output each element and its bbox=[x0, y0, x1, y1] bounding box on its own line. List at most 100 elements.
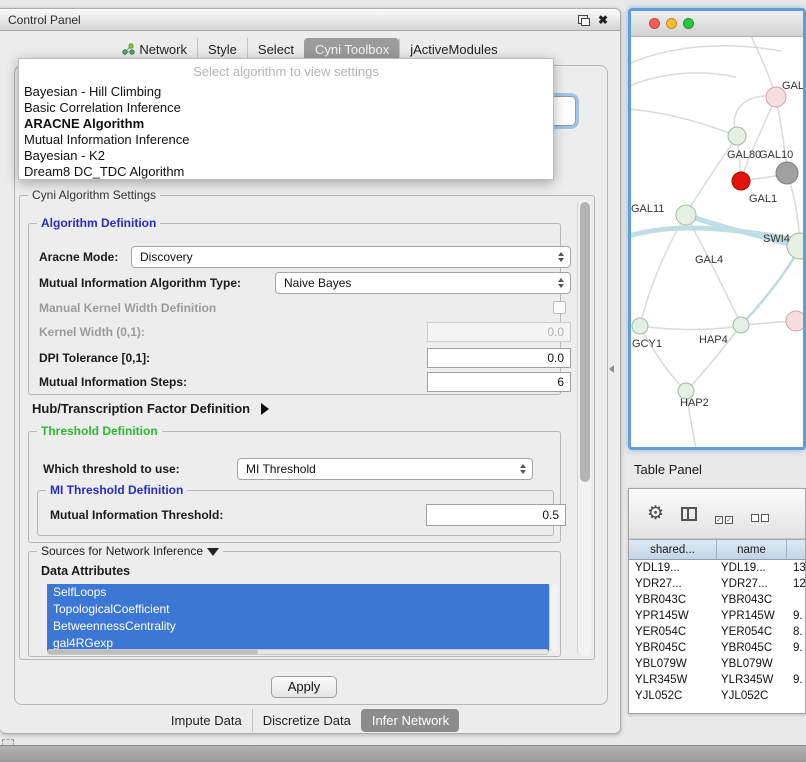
table-row[interactable]: YDR27...YDR27...12 bbox=[629, 576, 806, 592]
close-icon[interactable]: ✖ bbox=[598, 13, 608, 27]
sources-group: Sources for Network Inference Data Attri… bbox=[28, 551, 561, 657]
cell: YBL079W bbox=[717, 656, 787, 672]
popup-item-bayesian-hill-climbing[interactable]: Bayesian - Hill Climbing bbox=[19, 84, 553, 100]
node-label[interactable]: GCY1 bbox=[632, 338, 662, 350]
list-item[interactable]: BetweennessCentrality bbox=[47, 618, 549, 635]
mi-threshold-input[interactable] bbox=[426, 504, 566, 526]
kernel-width-input[interactable] bbox=[427, 322, 571, 342]
list-item[interactable]: TopologicalCoefficient bbox=[47, 601, 549, 618]
network-canvas[interactable]: GAL7 GAL80 GAL10 GAL11 GAL1 SWI4 GAL4 GC… bbox=[631, 37, 803, 447]
tab-cyni-toolbox-label: Cyni Toolbox bbox=[315, 42, 389, 57]
attributes-list-hscrollbar[interactable] bbox=[47, 649, 549, 655]
popup-item-mutual-information[interactable]: Mutual Information Inference bbox=[19, 132, 553, 148]
threshold-definition-group: Threshold Definition Which threshold to … bbox=[28, 431, 561, 543]
table-body: YDL19...YDL19...13 YDR27...YDR27...12 YB… bbox=[629, 560, 806, 704]
cell: YBR045C bbox=[717, 640, 787, 656]
node-gal10-red bbox=[732, 172, 750, 190]
node-label[interactable]: GAL7 bbox=[782, 80, 803, 92]
algorithm-definition-title: Algorithm Definition bbox=[37, 216, 160, 230]
cell: YBL079W bbox=[629, 656, 717, 672]
node-label[interactable]: SWI4 bbox=[763, 233, 790, 245]
cell bbox=[787, 592, 806, 608]
hub-tf-definition-toggle[interactable]: Hub/Transcription Factor Definition bbox=[32, 400, 269, 418]
algorithm-definition-group: Algorithm Definition Aracne Mode: Discov… bbox=[28, 223, 561, 395]
table-row[interactable]: YER054CYER054C8. bbox=[629, 624, 806, 640]
close-traffic-button[interactable] bbox=[649, 18, 660, 29]
manual-kernel-width-checkbox[interactable] bbox=[553, 301, 566, 314]
which-threshold-label: Which threshold to use: bbox=[43, 462, 180, 476]
node-label[interactable]: GAL1 bbox=[749, 193, 777, 205]
tab-impute-data[interactable]: Impute Data bbox=[161, 709, 252, 732]
columns-icon[interactable] bbox=[681, 507, 697, 521]
popup-item-dream8[interactable]: Dream8 DC_TDC Algorithm bbox=[19, 164, 553, 180]
zoom-traffic-button[interactable] bbox=[683, 18, 694, 29]
minimize-traffic-button[interactable] bbox=[666, 18, 677, 29]
column-header-shared-name[interactable]: shared... bbox=[629, 539, 717, 560]
settings-scrollbar-thumb[interactable] bbox=[580, 202, 590, 482]
tab-impute-data-label: Impute Data bbox=[171, 713, 242, 728]
table-toolbar: ⚙ ✓✓ bbox=[629, 489, 805, 539]
dpi-tolerance-label: DPI Tolerance [0,1]: bbox=[39, 351, 150, 365]
table-row[interactable]: YJL052CYJL052C bbox=[629, 688, 806, 704]
cyni-algorithm-settings-group: Cyni Algorithm Settings Algorithm Defini… bbox=[19, 195, 595, 660]
aracne-mode-label: Aracne Mode: bbox=[39, 250, 118, 264]
node-label[interactable]: GAL80 bbox=[727, 149, 761, 161]
which-threshold-combo[interactable]: MI Threshold bbox=[237, 458, 533, 480]
column-header-clipped[interactable] bbox=[787, 539, 806, 560]
aracne-mode-combo[interactable]: Discovery bbox=[131, 246, 571, 268]
float-window-icon-inner bbox=[581, 18, 590, 26]
table-row[interactable]: YPR145WYPR145W9. bbox=[629, 608, 806, 624]
node bbox=[733, 317, 749, 333]
split-pane-collapse-icon[interactable] bbox=[609, 365, 614, 373]
cell bbox=[787, 688, 806, 704]
attributes-list[interactable]: SelfLoops TopologicalCoefficient Between… bbox=[47, 584, 549, 652]
table-row[interactable]: YBR043CYBR043C bbox=[629, 592, 806, 608]
attributes-list-scrollbar[interactable] bbox=[549, 584, 558, 652]
node-label[interactable]: HAP2 bbox=[680, 397, 709, 409]
popup-placeholder: Select algorithm to view settings bbox=[19, 59, 553, 84]
network-window-titlebar[interactable] bbox=[631, 11, 803, 37]
bottom-strip bbox=[0, 745, 806, 762]
node bbox=[786, 311, 803, 331]
node-label[interactable]: GAL4 bbox=[695, 254, 723, 266]
tab-discretize-data-label: Discretize Data bbox=[263, 713, 351, 728]
table-row[interactable]: YDL19...YDL19...13 bbox=[629, 560, 806, 576]
sources-title-text: Sources for Network Inference bbox=[41, 544, 203, 558]
cell: 9. bbox=[787, 608, 806, 624]
aracne-mode-value: Discovery bbox=[140, 250, 193, 264]
cell: YJL052C bbox=[629, 688, 717, 704]
control-panel-titlebar[interactable]: Control Panel ✖ bbox=[0, 9, 620, 31]
node-label[interactable]: HAP4 bbox=[699, 334, 728, 346]
network-tab-icon bbox=[122, 43, 135, 56]
table-row[interactable]: YBL079WYBL079W bbox=[629, 656, 806, 672]
popup-item-bayesian-k2[interactable]: Bayesian - K2 bbox=[19, 148, 553, 164]
data-attributes-label: Data Attributes bbox=[41, 564, 130, 578]
mi-threshold-definition-title: MI Threshold Definition bbox=[46, 483, 187, 497]
mi-algorithm-type-combo[interactable]: Naive Bayes bbox=[275, 272, 571, 294]
cell: 12 bbox=[787, 576, 806, 592]
popup-item-basic-correlation[interactable]: Basic Correlation Inference bbox=[19, 100, 553, 116]
gear-icon[interactable]: ⚙ bbox=[647, 502, 664, 525]
node-label[interactable]: GAL10 bbox=[759, 149, 793, 161]
table-row[interactable]: YBR045CYBR045C9. bbox=[629, 640, 806, 656]
algorithm-dropdown-popup: Select algorithm to view settings Bayesi… bbox=[18, 58, 554, 180]
mi-threshold-definition-group: MI Threshold Definition Mutual Informati… bbox=[37, 490, 554, 536]
select-all-checkboxes-icon[interactable]: ✓✓ bbox=[715, 509, 735, 527]
popup-item-aracne[interactable]: ARACNE Algorithm bbox=[19, 116, 553, 132]
table-row[interactable]: YLR345WYLR345W9. bbox=[629, 672, 806, 688]
apply-button[interactable]: Apply bbox=[271, 676, 337, 698]
cell: YDL19... bbox=[629, 560, 717, 576]
attributes-list-hscrollbar-thumb[interactable] bbox=[48, 650, 258, 654]
kernel-width-label: Kernel Width (0,1): bbox=[39, 325, 145, 339]
dpi-tolerance-input[interactable] bbox=[427, 348, 571, 368]
tab-discretize-data[interactable]: Discretize Data bbox=[252, 709, 361, 732]
settings-scrollbar-track[interactable] bbox=[577, 200, 591, 656]
column-header-name[interactable]: name bbox=[717, 539, 787, 560]
node-label[interactable]: GAL11 bbox=[631, 203, 664, 215]
clear-checkboxes-icon[interactable] bbox=[751, 509, 771, 527]
mi-steps-input[interactable] bbox=[427, 372, 571, 392]
list-item[interactable]: SelfLoops bbox=[47, 584, 549, 601]
float-window-icon[interactable] bbox=[578, 15, 588, 24]
sources-title[interactable]: Sources for Network Inference bbox=[37, 544, 223, 558]
tab-infer-network[interactable]: Infer Network bbox=[361, 709, 459, 732]
